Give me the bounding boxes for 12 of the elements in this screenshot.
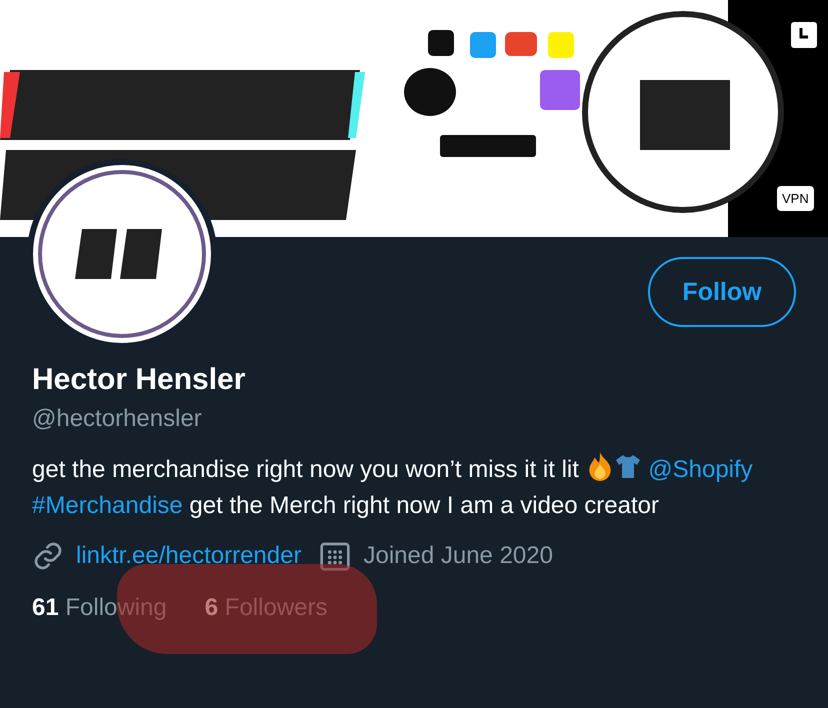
vpn-badge: VPN: [777, 186, 814, 211]
website-link[interactable]: linktr.ee/hectorrender: [76, 542, 302, 570]
joined-date: Joined June 2020: [363, 542, 553, 570]
follow-button[interactable]: Follow: [648, 257, 796, 327]
calendar-icon: [319, 540, 352, 572]
bio-text: get the merchandise right now you won’t miss it it lit @Shopify #Merchandise get the Merch right now I am a video creator: [32, 451, 792, 524]
clock-icon: [791, 22, 817, 48]
profile-name: Hector Hensler: [32, 363, 246, 397]
profile-handle: @hectorhensler: [32, 405, 203, 433]
bio-link[interactable]: #Merchandise: [32, 492, 183, 519]
link-icon: [32, 540, 64, 572]
bio-link[interactable]: @Shopify: [648, 456, 753, 483]
